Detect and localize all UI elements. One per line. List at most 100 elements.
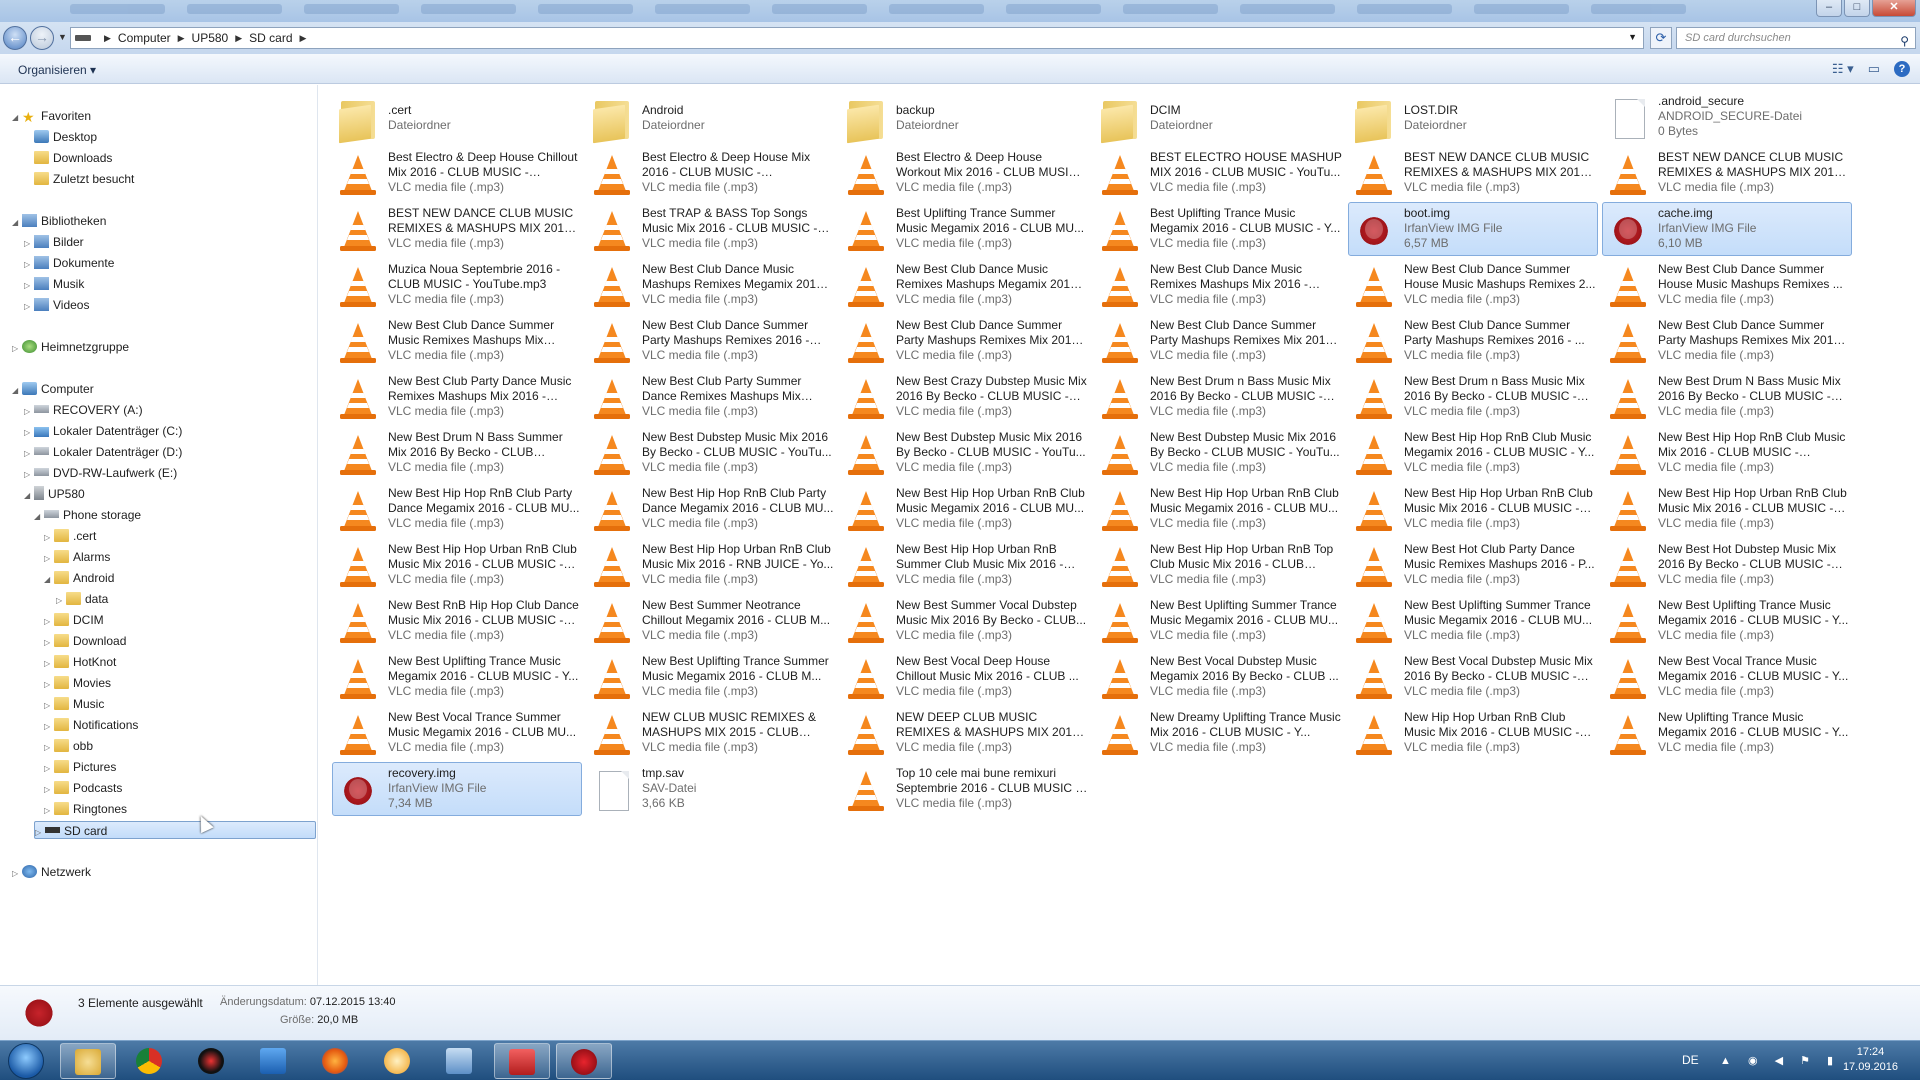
file-item[interactable]: New Best Hip Hop Urban RnB Club Music Mi… xyxy=(1348,482,1598,536)
file-item[interactable]: New Best Hip Hop Urban RnB Club Music Me… xyxy=(840,482,1090,536)
nav-item-movies[interactable]: ▷ Movies xyxy=(44,674,111,692)
maximize-button[interactable]: □ xyxy=(1844,0,1870,17)
breadcrumb-sd-card[interactable]: SD card xyxy=(249,31,292,45)
nav-item-cert[interactable]: ▷ .cert xyxy=(44,527,96,545)
expanded-arrow-icon[interactable]: ◢ xyxy=(12,382,22,400)
expanded-arrow-icon[interactable]: ◢ xyxy=(12,214,22,232)
file-item[interactable]: backup Dateiordner xyxy=(840,90,1090,144)
taskbar-button[interactable] xyxy=(494,1043,550,1079)
taskbar-button[interactable] xyxy=(60,1043,116,1079)
collapsed-arrow-icon[interactable]: ▷ xyxy=(12,340,22,358)
collapsed-arrow-icon[interactable]: ▷ xyxy=(24,466,34,484)
file-item[interactable]: New Best Club Party Dance Music Remixes … xyxy=(332,370,582,424)
file-item[interactable]: .android_secure ANDROID_SECURE-Datei 0 Byt… xyxy=(1602,90,1852,144)
file-item[interactable]: tmp.sav SAV-Datei 3,66 KB xyxy=(586,762,836,816)
start-button[interactable] xyxy=(8,1043,44,1079)
collapsed-arrow-icon[interactable]: ▷ xyxy=(44,739,54,757)
file-item[interactable]: NEW DEEP CLUB MUSIC REMIXES & MASHUPS MI… xyxy=(840,706,1090,760)
nav-item-lokaler-datentr-ger-d[interactable]: ▷ Lokaler Datenträger (D:) xyxy=(24,443,182,461)
nav-item-ringtones[interactable]: ▷ Ringtones xyxy=(44,800,127,818)
nav-item-hotknot[interactable]: ▷ HotKnot xyxy=(44,653,116,671)
nav-item-bibliotheken[interactable]: ◢ Bibliotheken xyxy=(12,212,106,230)
search-icon[interactable]: ⚲ xyxy=(1900,31,1909,51)
help-icon[interactable]: ? xyxy=(1894,61,1910,77)
nav-item-dvd-rw-laufwerk-e[interactable]: ▷ DVD-RW-Laufwerk (E:) xyxy=(24,464,177,482)
file-item[interactable]: New Best Drum N Bass Music Mix 2016 By B… xyxy=(1602,370,1852,424)
title-bar[interactable]: – □ ✕ xyxy=(0,0,1920,22)
chevron-right-icon[interactable]: ▶ xyxy=(235,33,242,44)
collapsed-arrow-icon[interactable]: ▷ xyxy=(44,676,54,694)
collapsed-arrow-icon[interactable]: ▷ xyxy=(12,865,22,883)
file-item[interactable]: NEW CLUB MUSIC REMIXES & MASHUPS MIX 201… xyxy=(586,706,836,760)
nav-item-podcasts[interactable]: ▷ Podcasts xyxy=(44,779,122,797)
taskbar-button[interactable] xyxy=(432,1043,488,1079)
collapsed-arrow-icon[interactable]: ▷ xyxy=(44,655,54,673)
file-item[interactable]: Best Electro & Deep House Mix 2016 - CLU… xyxy=(586,146,836,200)
file-item[interactable]: New Best Dubstep Music Mix 2016 By Becko… xyxy=(840,426,1090,480)
file-item[interactable]: New Best Vocal Trance Music Megamix 2016… xyxy=(1602,650,1852,704)
file-item[interactable]: New Uplifting Trance Music Megamix 2016 … xyxy=(1602,706,1852,760)
tray-icons[interactable]: ▲ ◉ ◀ ⚑ ▮ xyxy=(1720,1054,1840,1067)
file-item[interactable]: Best Electro & Deep House Workout Mix 20… xyxy=(840,146,1090,200)
breadcrumb-up580[interactable]: UP580 xyxy=(192,31,229,45)
file-item[interactable]: New Best Club Dance Summer Party Mashups… xyxy=(1094,314,1344,368)
file-item[interactable]: Best TRAP & BASS Top Songs Music Mix 201… xyxy=(586,202,836,256)
collapsed-arrow-icon[interactable]: ▷ xyxy=(24,445,34,463)
file-item[interactable]: New Hip Hop Urban RnB Club Music Mix 201… xyxy=(1348,706,1598,760)
collapsed-arrow-icon[interactable]: ▷ xyxy=(44,760,54,778)
file-item[interactable]: New Best Uplifting Trance Music Megamix … xyxy=(1602,594,1852,648)
file-item[interactable]: New Best Hip Hop Urban RnB Club Music Mi… xyxy=(332,538,582,592)
file-item[interactable]: New Best Hot Club Party Dance Music Remi… xyxy=(1348,538,1598,592)
address-dropdown-icon[interactable]: ▼ xyxy=(1628,32,1637,42)
clock[interactable]: 17:24 17.09.2016 xyxy=(1843,1045,1898,1075)
back-button[interactable]: ← xyxy=(3,26,27,50)
taskbar-button[interactable] xyxy=(184,1043,240,1079)
nav-item-dokumente[interactable]: ▷ Dokumente xyxy=(24,254,114,272)
file-item[interactable]: New Best Hip Hop Urban RnB Summer Club M… xyxy=(840,538,1090,592)
file-item[interactable]: New Best RnB Hip Hop Club Dance Music Mi… xyxy=(332,594,582,648)
file-item[interactable]: New Best Club Dance Music Mashups Remixe… xyxy=(586,258,836,312)
file-item[interactable]: New Best Hip Hop RnB Club Music Mix 2016… xyxy=(1602,426,1852,480)
language-indicator[interactable]: DE xyxy=(1682,1053,1699,1067)
file-item[interactable]: New Best Hot Dubstep Music Mix 2016 By B… xyxy=(1602,538,1852,592)
file-item[interactable]: New Best Hip Hop Urban RnB Club Music Mi… xyxy=(586,538,836,592)
nav-item-heimnetzgruppe[interactable]: ▷ Heimnetzgruppe xyxy=(12,338,129,356)
collapsed-arrow-icon[interactable]: ▷ xyxy=(24,298,34,316)
chevron-right-icon[interactable]: ▶ xyxy=(104,33,111,44)
file-item[interactable]: New Best Club Dance Summer Party Mashups… xyxy=(1348,314,1598,368)
nav-item-music[interactable]: ▷ Music xyxy=(44,695,104,713)
file-item[interactable]: New Best Club Dance Summer Party Mashups… xyxy=(840,314,1090,368)
file-item[interactable]: New Best Crazy Dubstep Music Mix 2016 By… xyxy=(840,370,1090,424)
forward-button[interactable]: → xyxy=(30,26,54,50)
taskbar-button[interactable] xyxy=(246,1043,302,1079)
nav-item-sd-card[interactable]: ▷ SD card xyxy=(34,821,316,839)
file-item[interactable]: New Best Uplifting Summer Trance Music M… xyxy=(1348,594,1598,648)
collapsed-arrow-icon[interactable]: ▷ xyxy=(44,718,54,736)
collapsed-arrow-icon[interactable]: ▷ xyxy=(44,529,54,547)
file-item[interactable]: Best Electro & Deep House Chillout Mix 2… xyxy=(332,146,582,200)
nav-item-obb[interactable]: ▷ obb xyxy=(44,737,93,755)
nav-item-downloads[interactable]: Downloads xyxy=(24,149,112,167)
collapsed-arrow-icon[interactable]: ▷ xyxy=(35,824,45,842)
collapsed-arrow-icon[interactable]: ▷ xyxy=(44,802,54,820)
file-item[interactable]: New Best Drum N Bass Summer Mix 2016 By … xyxy=(332,426,582,480)
file-item[interactable]: Best Uplifting Trance Summer Music Megam… xyxy=(840,202,1090,256)
collapsed-arrow-icon[interactable]: ▷ xyxy=(44,781,54,799)
nav-item-android[interactable]: ◢ Android xyxy=(44,569,114,587)
file-item[interactable]: cache.img IrfanView IMG File 6,10 MB xyxy=(1602,202,1852,256)
file-item[interactable]: New Best Uplifting Summer Trance Music M… xyxy=(1094,594,1344,648)
file-item[interactable]: DCIM Dateiordner xyxy=(1094,90,1344,144)
nav-item-lokaler-datentr-ger-c[interactable]: ▷ Lokaler Datenträger (C:) xyxy=(24,422,182,440)
nav-item-computer[interactable]: ◢ Computer xyxy=(12,380,94,398)
file-item[interactable]: New Best Club Dance Music Remixes Mashup… xyxy=(1094,258,1344,312)
breadcrumb-computer[interactable]: Computer xyxy=(118,31,171,45)
file-item[interactable]: Muzica Noua Septembrie 2016 - CLUB MUSIC… xyxy=(332,258,582,312)
collapsed-arrow-icon[interactable]: ▷ xyxy=(44,634,54,652)
file-item[interactable]: New Best Club Party Summer Dance Remixes… xyxy=(586,370,836,424)
taskbar-button[interactable] xyxy=(122,1043,178,1079)
collapsed-arrow-icon[interactable]: ▷ xyxy=(24,424,34,442)
file-item[interactable]: New Best Hip Hop RnB Club Music Megamix … xyxy=(1348,426,1598,480)
file-item[interactable]: New Best Hip Hop Urban RnB Top Club Musi… xyxy=(1094,538,1344,592)
collapsed-arrow-icon[interactable]: ▷ xyxy=(24,403,34,421)
expanded-arrow-icon[interactable]: ◢ xyxy=(44,571,54,589)
